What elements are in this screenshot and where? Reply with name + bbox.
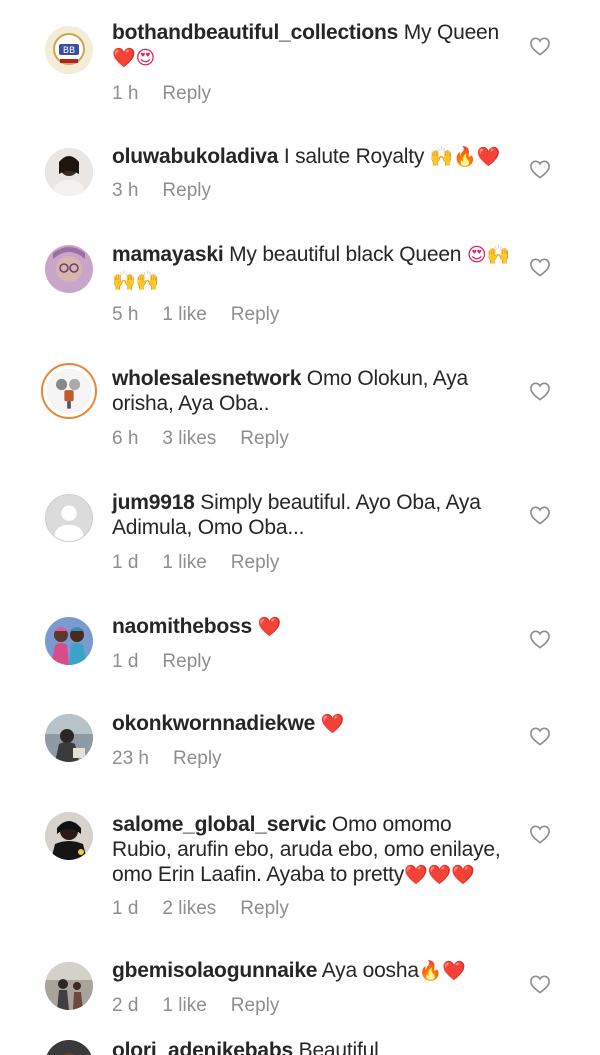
comment-meta: 1 d 2 likes Reply <box>112 898 313 920</box>
comment-emoji: ❤️❤️❤️ <box>404 864 475 886</box>
comment-time: 1 d <box>112 552 139 573</box>
comment-meta: 3 h Reply <box>112 180 235 202</box>
comment-meta: 2 d 1 like Reply <box>112 995 303 1017</box>
comment-time: 5 h <box>112 304 139 325</box>
comment-time: 2 d <box>112 995 139 1016</box>
comment-username[interactable]: jum9918 <box>112 491 195 514</box>
avatar[interactable] <box>45 148 93 196</box>
comment-text: My beautiful black Queen <box>223 243 467 266</box>
heart-icon[interactable] <box>529 726 551 746</box>
comment-emoji: ❤️ <box>257 616 282 638</box>
comment-emoji: 🔥❤️ <box>418 960 466 982</box>
reply-button[interactable]: Reply <box>162 83 211 104</box>
comment-meta: 6 h 3 likes Reply <box>112 428 313 450</box>
avatar[interactable] <box>41 363 97 419</box>
avatar[interactable] <box>45 1040 93 1055</box>
comment-likes[interactable]: 1 like <box>162 304 206 325</box>
comment-likes[interactable]: 1 like <box>162 552 206 573</box>
comment-time: 1 h <box>112 83 139 104</box>
comment-body: okonkwornnadiekwe ❤️ <box>112 711 512 737</box>
comment-time: 6 h <box>112 428 139 449</box>
comment-emoji: 🙌🔥❤️ <box>429 146 501 168</box>
comment-body: gbemisolaogunnaike Aya oosha🔥❤️ <box>112 958 512 984</box>
comments-screen: { "comments": [ {"username": "bothandbea… <box>0 0 600 1055</box>
comment-body: naomitheboss ❤️ <box>112 614 512 640</box>
comment-body: salome_global_servic Omo omomo Rubio, ar… <box>112 812 504 888</box>
comment-body: olori_adenikebabs Beautiful <box>112 1038 512 1055</box>
avatar[interactable] <box>45 812 93 860</box>
reply-button[interactable]: Reply <box>240 898 289 919</box>
heart-icon[interactable] <box>529 381 551 401</box>
svg-text:BB: BB <box>63 46 75 56</box>
avatar[interactable] <box>45 617 93 665</box>
reply-button[interactable]: Reply <box>231 304 280 325</box>
comment-body: wholesalesnetwork Omo Olokun, Aya orisha… <box>112 366 512 416</box>
comment-text: Beautiful <box>293 1039 379 1055</box>
comment-meta: 5 h 1 like Reply <box>112 304 303 326</box>
comment-username[interactable]: gbemisolaogunnaike <box>112 959 317 982</box>
reply-button[interactable]: Reply <box>162 180 211 201</box>
avatar[interactable]: BB <box>45 26 93 74</box>
comment-body: jum9918 Simply beautiful. Ayo Oba, Aya A… <box>112 490 512 540</box>
comment-body: bothandbeautiful_collections My Queen ❤️😍 <box>112 20 512 71</box>
heart-icon[interactable] <box>529 505 551 525</box>
comment-emoji: ❤️ <box>320 713 345 735</box>
avatar[interactable] <box>45 494 93 542</box>
comment-body: mamayaski My beautiful black Queen 😍🙌🙌🙌 <box>112 242 512 294</box>
heart-icon[interactable] <box>529 629 551 649</box>
comment-likes[interactable]: 1 like <box>162 995 206 1016</box>
avatar[interactable] <box>45 714 93 762</box>
comment-time: 23 h <box>112 748 149 769</box>
comment-text: My Queen <box>398 21 500 44</box>
comment-body: oluwabukoladiva I salute Royalty 🙌🔥❤️ <box>112 144 512 170</box>
comment-time: 1 d <box>112 651 139 672</box>
reply-button[interactable]: Reply <box>162 651 211 672</box>
comment-text: I salute Royalty <box>278 145 430 168</box>
comment-time: 1 d <box>112 898 139 919</box>
reply-button[interactable]: Reply <box>231 552 280 573</box>
comment-meta: 1 d 1 like Reply <box>112 552 303 574</box>
heart-icon[interactable] <box>529 824 551 844</box>
comment-username[interactable]: salome_global_servic <box>112 813 326 836</box>
comment-time: 3 h <box>112 180 139 201</box>
comment-username[interactable]: mamayaski <box>112 243 224 266</box>
comment-username[interactable]: olori_adenikebabs <box>112 1039 293 1055</box>
avatar[interactable] <box>45 245 93 293</box>
comment-username[interactable]: oluwabukoladiva <box>112 145 278 168</box>
comment-username[interactable]: naomitheboss <box>112 615 252 638</box>
comment-likes[interactable]: 3 likes <box>162 428 216 449</box>
reply-button[interactable]: Reply <box>231 995 280 1016</box>
comment-emoji: ❤️😍 <box>112 47 156 69</box>
comment-likes[interactable]: 2 likes <box>162 898 216 919</box>
heart-icon[interactable] <box>529 159 551 179</box>
comment-meta: 1 h Reply <box>112 83 235 105</box>
heart-icon[interactable] <box>529 36 551 56</box>
comment-username[interactable]: bothandbeautiful_collections <box>112 21 398 44</box>
comment-text: Aya oosha <box>317 959 419 982</box>
comment-username[interactable]: okonkwornnadiekwe <box>112 712 315 735</box>
avatar[interactable] <box>45 962 93 1010</box>
comment-meta: 23 h Reply <box>112 748 246 770</box>
comment-meta: 1 d Reply <box>112 651 235 673</box>
reply-button[interactable]: Reply <box>173 748 222 769</box>
comment-username[interactable]: wholesalesnetwork <box>112 367 301 390</box>
heart-icon[interactable] <box>529 257 551 277</box>
heart-icon[interactable] <box>529 974 551 994</box>
reply-button[interactable]: Reply <box>240 428 289 449</box>
